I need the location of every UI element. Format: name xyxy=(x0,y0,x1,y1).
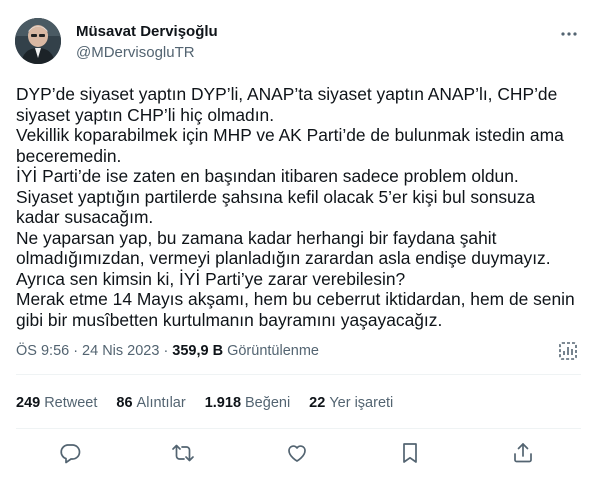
avatar[interactable] xyxy=(15,18,61,64)
retweet-icon[interactable] xyxy=(170,440,196,466)
meta-separator: · xyxy=(73,343,79,359)
share-icon[interactable] xyxy=(510,440,536,466)
author-handle[interactable]: @MDervisogluTR xyxy=(76,43,195,63)
retweets-count: 249 xyxy=(16,395,41,411)
views-label: Görüntülenme xyxy=(227,343,319,359)
bookmarks-stat[interactable]: 22 Yer işareti xyxy=(309,395,393,411)
reply-icon[interactable] xyxy=(57,440,83,466)
meta-separator: · xyxy=(163,343,169,359)
bookmarks-label: Yer işareti xyxy=(329,395,394,411)
retweets-label: Retweet xyxy=(44,395,98,411)
quotes-count: 86 xyxy=(116,395,133,411)
tweet-text-line: Ayrıca sen kimsin ki, İYİ Parti’ye zarar… xyxy=(16,268,406,289)
views-count: 359,9 B xyxy=(172,343,224,359)
retweets-stat[interactable]: 249 Retweet xyxy=(16,395,97,411)
tweet-stats: 249 Retweet 86 Alıntılar 1.918 Beğeni 22 Yer… xyxy=(16,393,412,413)
divider xyxy=(16,428,581,429)
action-bar xyxy=(0,440,597,466)
tweet-time[interactable]: ÖS 9:56 xyxy=(16,343,69,359)
tweet-text-line: Siyaset yaptığın partilerde şahsına kefi… xyxy=(16,186,536,207)
more-dots-icon[interactable] xyxy=(557,22,581,46)
tweet-text-line: İYİ Parti’de ise zaten en başından itiba… xyxy=(16,166,519,186)
tweet-text-line: beceremedin. xyxy=(16,145,122,166)
divider xyxy=(16,374,581,375)
tweet-text: DYP’de siyaset yaptın DYP’li, ANAP’ta si… xyxy=(16,84,584,330)
tweet-text-line: kadar susacağım. xyxy=(16,207,154,227)
quotes-stat[interactable]: 86 Alıntılar xyxy=(116,395,185,411)
tweet-text-line: DYP’de siyaset yaptın DYP’li, ANAP’ta si… xyxy=(16,84,558,104)
heart-icon[interactable] xyxy=(284,440,310,466)
tweet-text-line: Vekillik koparabilmek için MHP ve AK Par… xyxy=(16,125,564,145)
tweet-date[interactable]: 24 Nis 2023 xyxy=(82,343,159,359)
tweet-text-line: siyaset yaptın CHP’li hiç olmadın. xyxy=(16,104,275,125)
tweet-text-line: Merak etme 14 Mayıs akşamı, hem bu ceber… xyxy=(16,289,575,309)
bookmark-icon[interactable] xyxy=(397,440,423,466)
tweet-text-line: gibi bir musîbetten kurtulmanın bayramın… xyxy=(16,309,443,330)
likes-count: 1.918 xyxy=(204,395,242,411)
tweet: Müsavat Dervişoğlu @MDervisogluTR DYP’de… xyxy=(0,0,597,479)
tweet-text-line: Ne yaparsan yap, bu zamana kadar herhang… xyxy=(16,227,497,248)
author-name[interactable]: Müsavat Dervişoğlu xyxy=(76,22,218,42)
quotes-label: Alıntılar xyxy=(136,395,186,411)
analytics-icon[interactable] xyxy=(557,340,579,362)
bookmarks-count: 22 xyxy=(309,395,326,411)
likes-stat[interactable]: 1.918 Beğeni xyxy=(205,395,290,411)
tweet-meta: ÖS 9:56 · 24 Nis 2023 · 359,9 B Görüntül… xyxy=(16,340,319,362)
tweet-text-line: olmadığımızdan, vermeyi planladığın zara… xyxy=(16,248,551,268)
likes-label: Beğeni xyxy=(245,395,291,411)
